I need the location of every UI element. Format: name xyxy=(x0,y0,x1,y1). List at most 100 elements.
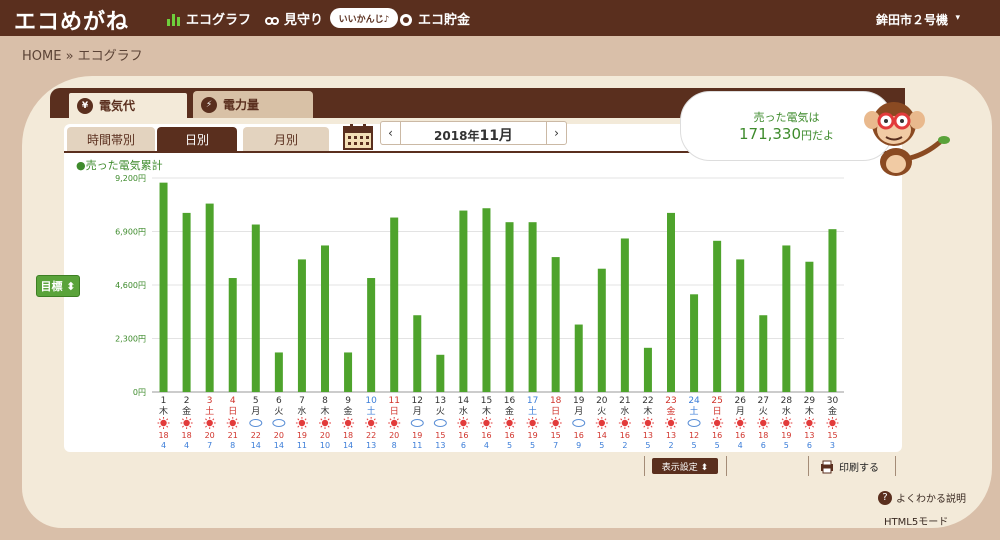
bar xyxy=(182,212,191,392)
bar xyxy=(759,315,768,392)
calendar-icon[interactable] xyxy=(343,124,373,150)
bar xyxy=(251,224,260,392)
sun-ray xyxy=(650,418,653,421)
sun-ray xyxy=(350,425,353,428)
sun-ray xyxy=(489,425,492,428)
sun-icon xyxy=(737,419,744,427)
sun-ray xyxy=(504,418,507,421)
x-day-label: 6 xyxy=(276,396,282,406)
sun-ray xyxy=(304,425,307,428)
sun-icon xyxy=(598,419,605,427)
sun-ray xyxy=(373,418,376,421)
sun-ray xyxy=(620,425,623,428)
tab-electricity-amount[interactable]: ⚡ 電力量 xyxy=(193,91,313,118)
sun-icon xyxy=(367,419,375,427)
question-icon: ? xyxy=(878,490,892,505)
sun-ray xyxy=(235,418,238,421)
temp-high-label: 13 xyxy=(643,431,653,440)
help-label: よくわかる説明 xyxy=(896,494,966,505)
x-weekday-label: 土 xyxy=(367,405,376,417)
subtab-monthly[interactable]: 月別 xyxy=(243,127,329,151)
sun-ray xyxy=(366,425,369,428)
sun-ray xyxy=(781,418,784,421)
prev-month-button[interactable]: ‹ xyxy=(381,122,401,144)
x-weekday-label: 月 xyxy=(736,406,745,417)
x-weekday-label: 金 xyxy=(344,405,353,417)
temp-low-label: 14 xyxy=(274,441,284,450)
x-day-label: 14 xyxy=(458,396,470,406)
temp-high-label: 22 xyxy=(251,431,261,440)
sun-ray xyxy=(812,418,814,421)
nav-eco-graph[interactable]: エコグラフ xyxy=(166,9,251,28)
sun-ray xyxy=(158,425,161,428)
app-logo[interactable]: エコめがね xyxy=(14,4,129,36)
sold-amount: 171,330 xyxy=(738,125,802,143)
x-day-label: 29 xyxy=(804,396,816,406)
x-day-label: 8 xyxy=(322,396,328,406)
sun-ray xyxy=(551,418,553,421)
temp-low-label: 7 xyxy=(553,441,558,450)
sun-ray xyxy=(827,425,830,428)
subtab-hourly[interactable]: 時間帯別 xyxy=(67,127,155,151)
sun-ray xyxy=(673,425,676,428)
bar xyxy=(505,222,514,392)
x-day-label: 17 xyxy=(527,396,538,406)
sun-ray xyxy=(804,418,807,421)
sun-ray xyxy=(812,425,814,428)
sun-ray xyxy=(189,425,192,428)
sun-ray xyxy=(166,418,169,421)
temp-low-label: 11 xyxy=(297,441,307,450)
sun-ray xyxy=(235,425,238,428)
temp-high-label: 21 xyxy=(228,431,238,440)
x-weekday-label: 土 xyxy=(205,405,214,417)
bar xyxy=(367,278,376,392)
temp-high-label: 15 xyxy=(551,431,561,440)
sun-icon xyxy=(206,419,213,427)
x-weekday-label: 火 xyxy=(436,406,445,417)
chevron-down-icon[interactable]: ▾ xyxy=(955,13,960,23)
x-weekday-label: 水 xyxy=(620,405,629,417)
nav-eco-savings[interactable]: エコ貯金 xyxy=(398,9,470,28)
bar xyxy=(667,212,675,392)
device-selector[interactable]: 鉾田市２号機 xyxy=(876,11,948,28)
x-weekday-label: 水 xyxy=(782,405,791,417)
sun-ray xyxy=(366,418,369,421)
bar xyxy=(390,217,399,392)
x-weekday-label: 火 xyxy=(597,406,606,417)
html5-mode-link[interactable]: HTML5モード xyxy=(884,513,948,528)
bar xyxy=(551,257,560,392)
display-settings-button[interactable]: 表示設定 ⬍ xyxy=(652,458,718,474)
temp-high-label: 19 xyxy=(781,431,791,440)
x-day-label: 22 xyxy=(642,396,653,406)
sun-ray xyxy=(666,425,669,428)
temp-high-label: 16 xyxy=(574,431,584,440)
sun-ray xyxy=(528,418,530,421)
bar xyxy=(528,222,537,392)
sun-icon xyxy=(713,419,721,427)
temp-low-label: 5 xyxy=(645,441,650,450)
next-month-button[interactable]: › xyxy=(546,122,566,144)
sun-ray xyxy=(742,418,745,421)
bar xyxy=(321,245,329,392)
x-day-label: 25 xyxy=(711,396,722,406)
help-link[interactable]: ? よくわかる説明 xyxy=(878,490,966,505)
sun-ray xyxy=(789,425,791,428)
cloud-icon xyxy=(572,419,586,427)
x-day-label: 28 xyxy=(781,396,793,406)
x-weekday-label: 金 xyxy=(182,405,191,417)
x-weekday-label: 水 xyxy=(297,405,306,417)
nav-watch[interactable]: 見守り xyxy=(264,9,323,28)
bar xyxy=(436,354,445,392)
tab-electricity-cost[interactable]: ¥ 電気代 xyxy=(67,91,189,118)
temp-low-label: 3 xyxy=(830,441,835,450)
sun-ray xyxy=(350,418,353,421)
nav-label: エコグラフ xyxy=(186,13,252,28)
sun-ray xyxy=(205,418,207,421)
sun-ray xyxy=(781,425,784,428)
print-button[interactable]: 印刷する xyxy=(820,459,879,474)
sun-ray xyxy=(735,425,738,428)
sun-ray xyxy=(597,425,600,428)
subtab-daily[interactable]: 日別 xyxy=(157,127,237,151)
sun-ray xyxy=(458,425,461,428)
sun-ray xyxy=(719,418,722,421)
